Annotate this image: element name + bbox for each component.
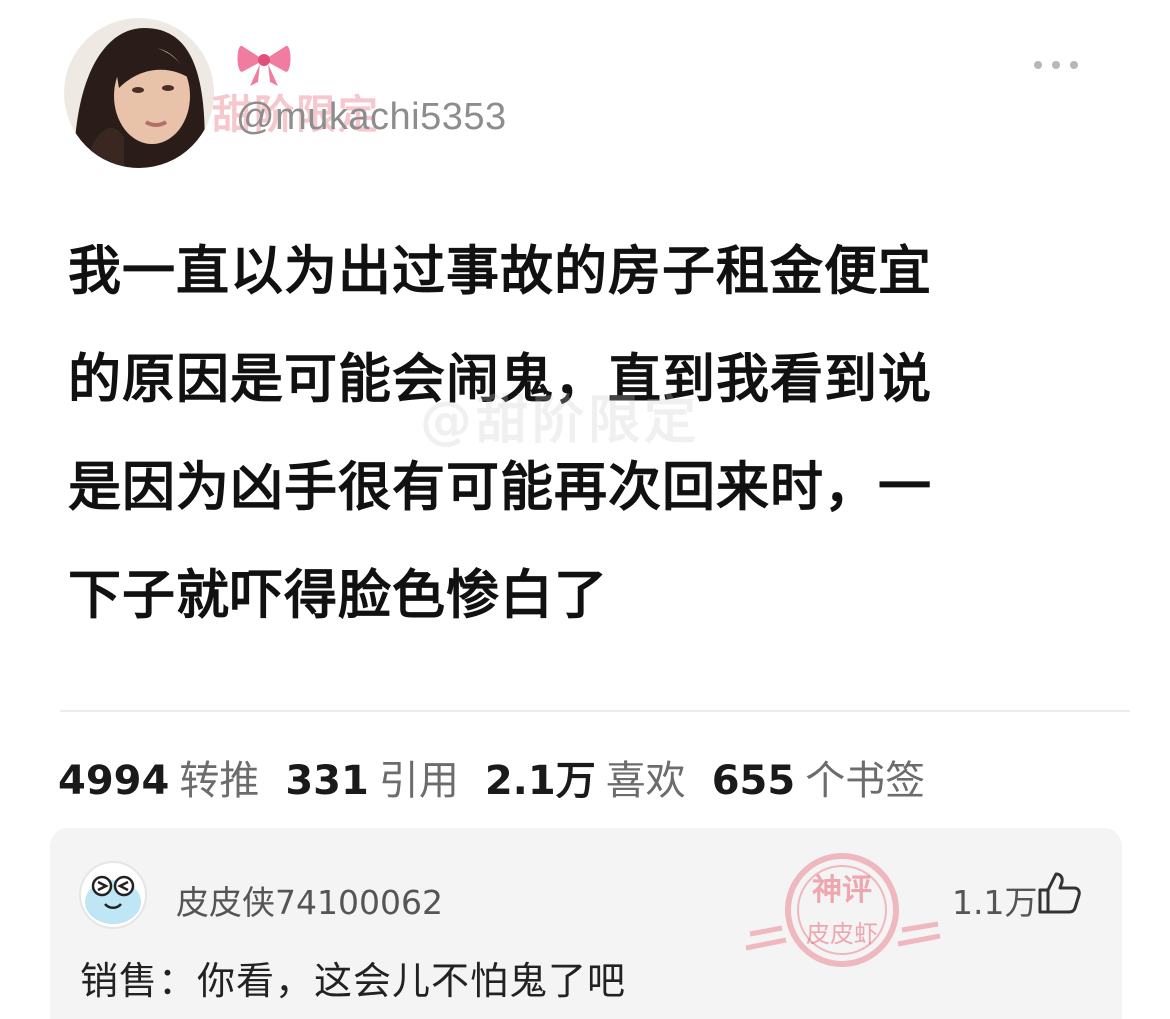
pink-bow-icon	[236, 42, 292, 86]
comment-like-count: 1.1万	[952, 883, 1038, 922]
stamp-bottom-text: 皮皮虾	[806, 920, 878, 948]
user-handle[interactable]: @mukachi5353	[236, 96, 507, 139]
divider	[60, 710, 1130, 712]
tweet-card: 甜阶限定 @mukachi5353 我一直以为出过事故的房子租金便宜 的原因是可…	[0, 0, 1170, 804]
more-horizontal-icon[interactable]	[1034, 52, 1078, 78]
laughing-face-avatar-icon[interactable]	[78, 860, 148, 930]
watermark-center-text: @甜阶限定	[420, 391, 701, 451]
comment-username[interactable]: 皮皮侠74100062	[176, 876, 443, 924]
shenping-stamp-icon: 神评 皮皮虾	[742, 838, 942, 998]
tweet-text-line: 我一直以为出过事故的房子租金便宜	[68, 241, 932, 302]
thumbs-up-icon[interactable]	[1036, 870, 1082, 916]
comment-text: 销售：你看，这会儿不怕鬼了吧	[80, 959, 627, 1003]
user-avatar[interactable]	[64, 18, 214, 168]
user-avatar-photo-icon	[64, 18, 214, 168]
stamp-top-text: 神评	[812, 873, 872, 908]
tweet-text-line: 下子就吓得脸色惨白了	[68, 565, 608, 626]
page: 甜阶限定 @mukachi5353 我一直以为出过事故的房子租金便宜 的原因是可…	[0, 0, 1170, 1019]
